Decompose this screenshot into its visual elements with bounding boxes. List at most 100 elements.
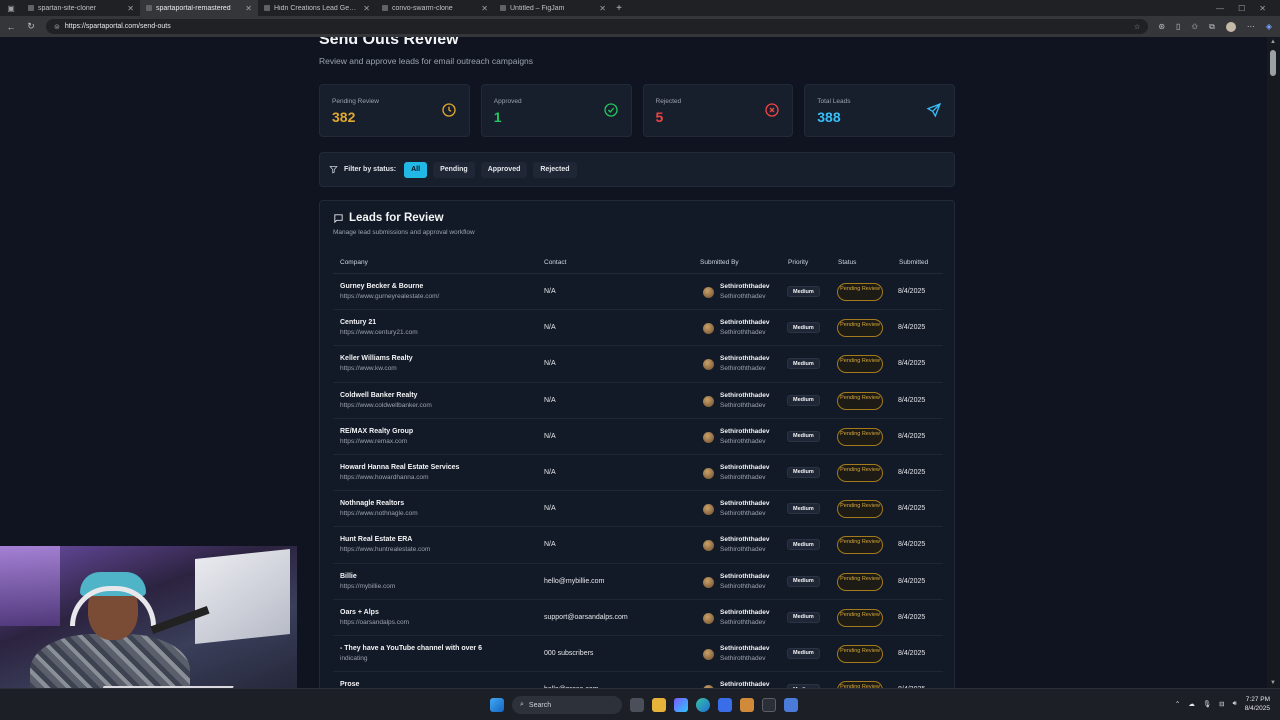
company-url[interactable]: https://www.kw.com xyxy=(340,365,540,372)
search-placeholder: Search xyxy=(528,701,552,709)
address-bar[interactable]: ⊜ https://spartaportal.com/send-outs ☆ xyxy=(46,19,1149,34)
stat-card-total: Total Leads 388 xyxy=(804,84,955,137)
volume-icon[interactable]: 🔊︎ xyxy=(1233,700,1237,708)
col-priority[interactable]: Priority xyxy=(788,259,808,266)
collections-icon[interactable]: ⧉ xyxy=(1209,22,1215,32)
scroll-up-icon[interactable]: ▲ xyxy=(1270,39,1276,45)
browser-tab[interactable]: spartaportal-remastered ✕ xyxy=(140,0,258,16)
company-url[interactable]: https://mybillie.com xyxy=(340,583,540,590)
scroll-down-icon[interactable]: ▼ xyxy=(1270,680,1276,686)
store-icon[interactable] xyxy=(718,698,732,712)
table-row[interactable]: Prosehello@prose.comSethiroththadevSethi… xyxy=(333,672,943,688)
table-row[interactable]: Howard Hanna Real Estate Services https:/… xyxy=(333,455,943,492)
col-submitted-by[interactable]: Submitted By xyxy=(700,259,739,266)
bookmark-star-icon[interactable]: ☆ xyxy=(1134,23,1140,31)
back-icon[interactable]: ← xyxy=(6,22,16,32)
filter-all-button[interactable]: All xyxy=(404,161,428,178)
filter-approved-button[interactable]: Approved xyxy=(480,161,528,178)
table-row[interactable]: Century 21 https://www.century21.com N/A Se… xyxy=(333,310,943,347)
task-view-icon[interactable] xyxy=(630,698,644,712)
company-url[interactable]: https://www.nothnagle.com xyxy=(340,510,540,517)
company-url[interactable]: https://oarsandalps.com xyxy=(340,619,540,626)
taskbar-clock[interactable]: 7:27 PM 8/4/2025 xyxy=(1245,695,1270,713)
tab-close-icon[interactable]: ✕ xyxy=(127,4,134,13)
page-scrollbar[interactable]: ▲ ▼ xyxy=(1267,37,1280,688)
col-company[interactable]: Company xyxy=(340,259,368,266)
extension-icon[interactable]: ⊛ xyxy=(1158,22,1165,31)
col-contact[interactable]: Contact xyxy=(544,259,566,266)
table-row[interactable]: Billie https://mybillie.com hello@mybillie… xyxy=(333,564,943,600)
company-name: Billie xyxy=(340,572,357,580)
window-menu-icon[interactable]: ▣ xyxy=(0,0,22,16)
company-url[interactable]: https://www.huntrealestate.com xyxy=(340,546,540,553)
copilot-taskbar-icon[interactable] xyxy=(674,698,688,712)
file-explorer-icon[interactable] xyxy=(652,698,666,712)
submitted-date: 8/4/2025 xyxy=(898,360,926,368)
reload-icon[interactable]: ↻ xyxy=(26,21,36,32)
close-window-icon[interactable]: ✕ xyxy=(1259,4,1266,13)
cloud-icon[interactable]: ☁ xyxy=(1188,700,1195,708)
tab-close-icon[interactable]: ✕ xyxy=(245,4,252,13)
table-row[interactable]: - They have a YouTube channel with over … xyxy=(333,636,943,673)
mic-icon[interactable]: 🎙︎ xyxy=(1203,700,1211,708)
contact-cell: N/A xyxy=(544,432,556,440)
browser-tab[interactable]: Hidn Creations Lead Generator -✕ xyxy=(258,0,376,16)
submitter-name: Sethiroththadev xyxy=(720,391,770,399)
col-submitted[interactable]: Submitted xyxy=(899,259,928,266)
check-circle-icon xyxy=(603,103,618,117)
app-icon[interactable] xyxy=(740,698,754,712)
tray-chevron-icon[interactable]: ⌃ xyxy=(1175,700,1180,708)
clock-icon xyxy=(442,103,456,117)
company-url[interactable]: indicating xyxy=(340,655,540,662)
taskbar-search[interactable]: ⌕ Search xyxy=(512,696,622,714)
network-icon[interactable]: ⊟ xyxy=(1219,700,1224,708)
more-menu-icon[interactable]: ⋯ xyxy=(1247,22,1255,31)
favorites-icon[interactable]: ✩ xyxy=(1191,22,1198,31)
company-url[interactable]: https://www.howardhanna.com xyxy=(340,474,540,481)
browser-window-icon[interactable] xyxy=(784,698,798,712)
leads-subtitle: Manage lead submissions and approval wor… xyxy=(333,229,475,236)
table-row[interactable]: Gurney Becker & Bourne https://www.gurney… xyxy=(333,274,943,311)
tab-close-icon[interactable]: ✕ xyxy=(599,4,606,13)
filter-rejected-button[interactable]: Rejected xyxy=(533,161,577,178)
tab-favicon xyxy=(28,5,34,11)
submitted-by-cell: Sethiroththadev Sethiroththadev xyxy=(703,609,769,626)
submitted-by-cell: Sethiroththadev Sethiroththadev xyxy=(703,428,769,445)
table-row[interactable]: Keller Williams Realty https://www.kw.com… xyxy=(333,346,943,383)
company-name: Coldwell Banker Realty xyxy=(340,391,418,399)
new-tab-button[interactable]: + xyxy=(612,3,626,14)
company-cell: RE/MAX Realty Group https://www.remax.com xyxy=(340,428,540,445)
table-row[interactable]: Oars + Alps https://oarsandalps.com suppor… xyxy=(333,600,943,636)
minimize-icon[interactable]: — xyxy=(1216,4,1224,13)
tab-close-icon[interactable]: ✕ xyxy=(481,4,488,13)
table-row[interactable]: RE/MAX Realty Group https://www.remax.com… xyxy=(333,419,943,455)
company-url[interactable]: https://www.remax.com xyxy=(340,438,540,445)
browser-tab[interactable]: spartan-site-cloner ✕ xyxy=(22,0,140,16)
table-row[interactable]: Nothnagle Realtors https://www.nothnagle.… xyxy=(333,491,943,528)
avatar xyxy=(703,612,714,624)
submitter-name: Sethiroththadev xyxy=(720,536,770,544)
priority-badge: Medium xyxy=(787,358,820,370)
filter-pending-button[interactable]: Pending xyxy=(433,161,475,178)
company-url[interactable]: https://www.coldwellbanker.com xyxy=(340,402,540,409)
table-row[interactable]: Coldwell Banker Realty https://www.coldwe… xyxy=(333,383,943,419)
browser-tab[interactable]: Untitled – FigJam ✕ xyxy=(494,0,612,16)
table-row[interactable]: Hunt Real Estate ERA https://www.huntreal… xyxy=(333,527,943,564)
col-status[interactable]: Status xyxy=(838,259,856,266)
avatar xyxy=(703,576,714,588)
site-info-icon[interactable]: ⊜ xyxy=(54,23,60,31)
scrollbar-thumb[interactable] xyxy=(1270,50,1276,76)
edge-icon[interactable] xyxy=(696,698,710,712)
company-url[interactable]: https://www.century21.com xyxy=(340,329,540,336)
split-screen-icon[interactable]: ▯ xyxy=(1176,22,1180,31)
profile-avatar[interactable] xyxy=(1225,21,1236,32)
terminal-icon[interactable] xyxy=(762,698,776,712)
tab-close-icon[interactable]: ✕ xyxy=(363,4,370,13)
copilot-icon[interactable]: ◈ xyxy=(1266,22,1272,31)
company-cell: Howard Hanna Real Estate Services https:/… xyxy=(340,464,540,481)
submitted-by-cell: Sethiroththadev Sethiroththadev xyxy=(703,573,769,590)
browser-tab[interactable]: convo-swarm-clone ✕ xyxy=(376,0,494,16)
windows-start-icon[interactable] xyxy=(490,698,504,712)
company-url[interactable]: https://www.gurneyrealestate.com/ xyxy=(340,293,540,300)
maximize-icon[interactable]: ☐ xyxy=(1238,4,1245,13)
